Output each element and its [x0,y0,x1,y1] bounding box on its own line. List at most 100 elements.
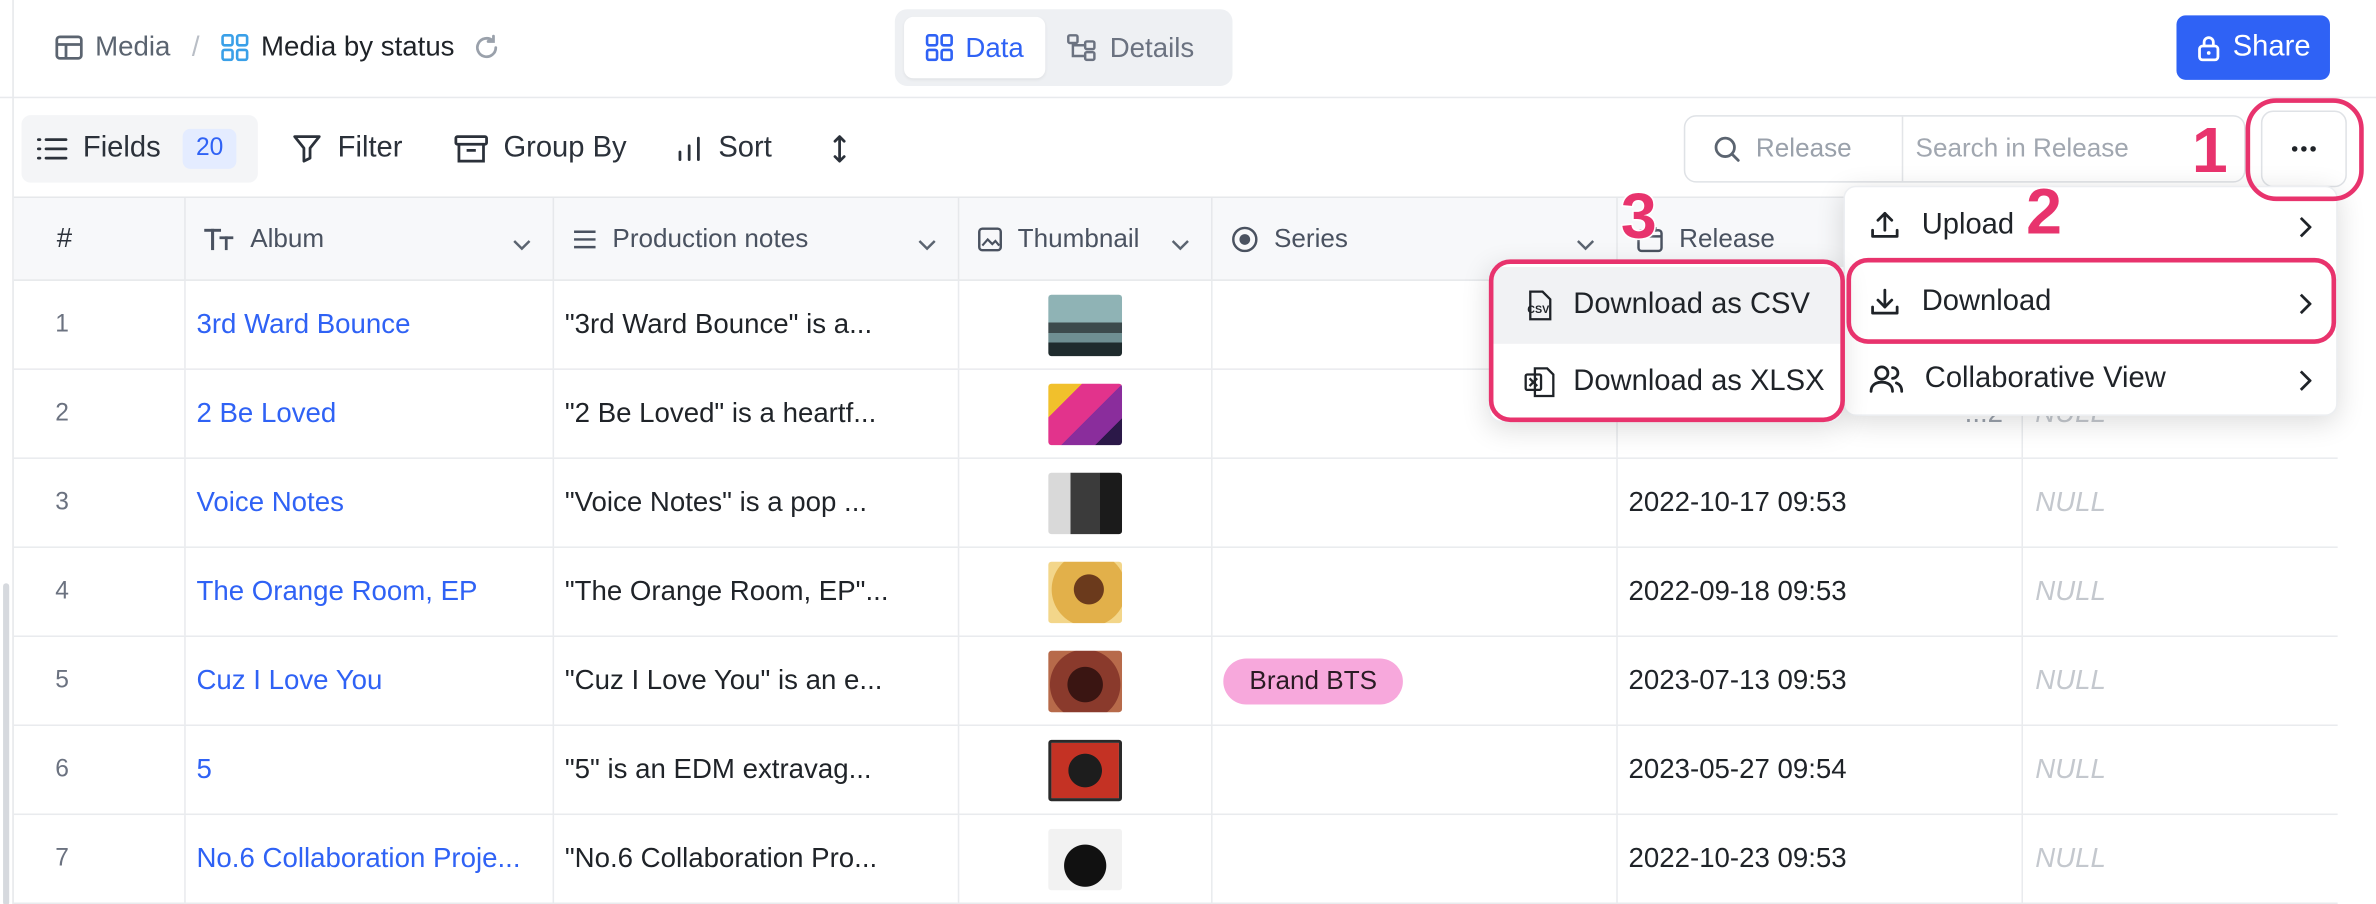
tab-data-label: Data [965,31,1024,63]
fields-button[interactable]: Fields 20 [21,115,258,183]
menu-item-upload[interactable]: Upload [1845,187,2339,264]
column-header-label: # [56,222,73,254]
notes-cell[interactable]: "Voice Notes" is a pop ... [554,458,960,547]
series-cell[interactable] [1213,726,1618,814]
chevron-down-icon[interactable] [1171,229,1189,260]
album-thumbnail[interactable] [1048,739,1123,801]
row-number: 2 [14,369,186,458]
filter-button[interactable]: Filter [292,115,403,183]
group-by-button[interactable]: Group By [454,115,627,183]
notes-cell[interactable]: "5" is an EDM extravag... [554,726,960,814]
album-cell[interactable]: Voice Notes [186,458,555,547]
more-options-menu: Upload Download Collaborative View [1843,185,2339,418]
notes-cell[interactable]: "3rd Ward Bounce" is a... [554,280,960,369]
group-by-label: Group By [503,132,627,165]
table-row[interactable]: 4 The Orange Room, EP "The Orange Room, … [13,547,2338,637]
thumbnail-cell[interactable] [959,636,1213,725]
null-cell[interactable]: NULL [2023,548,2338,635]
album-thumbnail[interactable] [1048,650,1123,712]
thumbnail-cell[interactable] [959,369,1213,458]
breadcrumb-root[interactable]: Media [95,31,170,63]
release-cell[interactable]: 2023-05-27 09:54 [1618,726,2023,814]
row-number: 5 [14,636,186,725]
tab-details[interactable]: Details [1067,17,1194,78]
notes-cell[interactable]: "Cuz I Love You" is an e... [554,636,960,725]
notes-cell[interactable]: "No.6 Collaboration Pro... [554,815,960,903]
album-cell[interactable]: The Orange Room, EP [186,547,555,636]
csv-file-icon: CSV [1524,290,1555,321]
text-type-icon [204,227,235,250]
notes-cell[interactable]: "The Orange Room, EP"... [554,547,960,636]
search-field-label: Release [1755,133,1852,163]
null-cell[interactable]: NULL [2023,726,2338,813]
release-cell[interactable]: 2022-10-23 09:53 [1618,815,2023,903]
chevron-down-icon[interactable] [513,229,531,260]
column-header-label: Thumbnail [1017,223,1140,253]
table-row[interactable]: 7 No.6 Collaboration Proje... "No.6 Coll… [13,815,2338,904]
filter-icon [292,134,323,165]
album-thumbnail[interactable] [1048,828,1123,890]
release-cell[interactable]: 2022-09-18 09:53 [1618,547,2023,636]
download-submenu: CSV Download as CSV Download as XLSX [1488,262,1844,423]
grid-view-icon [221,33,249,61]
search-field-selector[interactable]: Release [1685,116,1904,182]
table-row[interactable]: 3 Voice Notes "Voice Notes" is a pop ...… [13,458,2338,548]
album-cell[interactable]: 3rd Ward Bounce [186,280,555,369]
album-cell[interactable]: Cuz I Love You [186,636,555,725]
lock-icon [2196,34,2221,62]
menu-item-collaborative-view[interactable]: Collaborative View [1845,341,2339,418]
thumbnail-cell[interactable] [959,547,1213,636]
null-cell[interactable]: NULL [2023,637,2338,724]
column-header-label: Album [250,223,325,253]
sort-button[interactable]: Sort [675,115,772,183]
release-cell[interactable]: 2023-07-13 09:53 [1618,636,2023,725]
release-cell[interactable]: 2022-10-17 09:53 [1618,458,2023,547]
fields-label: Fields [82,132,161,165]
thumbnail-cell[interactable] [959,726,1213,814]
list-icon [36,137,68,162]
table-row[interactable]: 6 5 "5" is an EDM extravag... 2023-05-27… [13,726,2338,816]
search-input[interactable] [1915,130,2223,168]
series-cell[interactable] [1213,458,1618,547]
thumbnail-cell[interactable] [959,280,1213,369]
album-cell[interactable]: 5 [186,726,555,814]
table-icon [55,34,83,60]
menu-item-download-csv[interactable]: CSV Download as CSV [1490,267,1844,344]
chevron-down-icon[interactable] [918,229,936,260]
app-window: Media / Media by status Data Details Sha… [0,0,2376,904]
menu-item-download[interactable]: Download [1845,264,2339,341]
series-cell[interactable] [1213,815,1618,903]
album-thumbnail[interactable] [1048,382,1123,445]
column-header-album[interactable]: Album [186,198,555,280]
column-header-thumbnail[interactable]: Thumbnail [959,198,1213,280]
album-thumbnail[interactable] [1048,293,1123,356]
album-cell[interactable]: No.6 Collaboration Proje... [186,815,555,903]
album-cell[interactable]: 2 Be Loved [186,369,555,458]
album-thumbnail[interactable] [1048,471,1123,534]
row-number: 1 [14,280,186,369]
tab-data[interactable]: Data [904,16,1046,79]
album-thumbnail[interactable] [1048,561,1123,623]
menu-item-download-xlsx[interactable]: Download as XLSX [1490,344,1843,421]
series-cell[interactable]: Brand BTS [1213,636,1618,725]
fields-count-badge: 20 [182,128,238,169]
menu-item-label: Collaborative View [1924,362,2166,395]
chevron-right-icon [2299,290,2312,324]
table-row[interactable]: 5 Cuz I Love You "Cuz I Love You" is an … [13,636,2338,727]
null-cell[interactable]: NULL [2023,459,2338,546]
series-cell[interactable] [1213,547,1618,636]
filter-label: Filter [337,132,403,165]
thumbnail-cell[interactable] [959,458,1213,547]
thumbnail-cell[interactable] [959,815,1213,903]
more-options-button[interactable] [2260,110,2347,188]
notes-cell[interactable]: "2 Be Loved" is a heartf... [554,369,960,458]
grid-icon [925,33,954,62]
left-scrollbar[interactable] [3,583,10,904]
chevron-down-icon[interactable] [1576,229,1595,260]
view-switcher: Data Details [894,9,1233,86]
row-height-button[interactable] [829,115,850,183]
share-button[interactable]: Share [2176,15,2330,80]
refresh-icon[interactable] [473,33,501,61]
null-cell[interactable]: NULL [2023,815,2338,902]
column-header-production-notes[interactable]: Production notes [554,198,960,280]
